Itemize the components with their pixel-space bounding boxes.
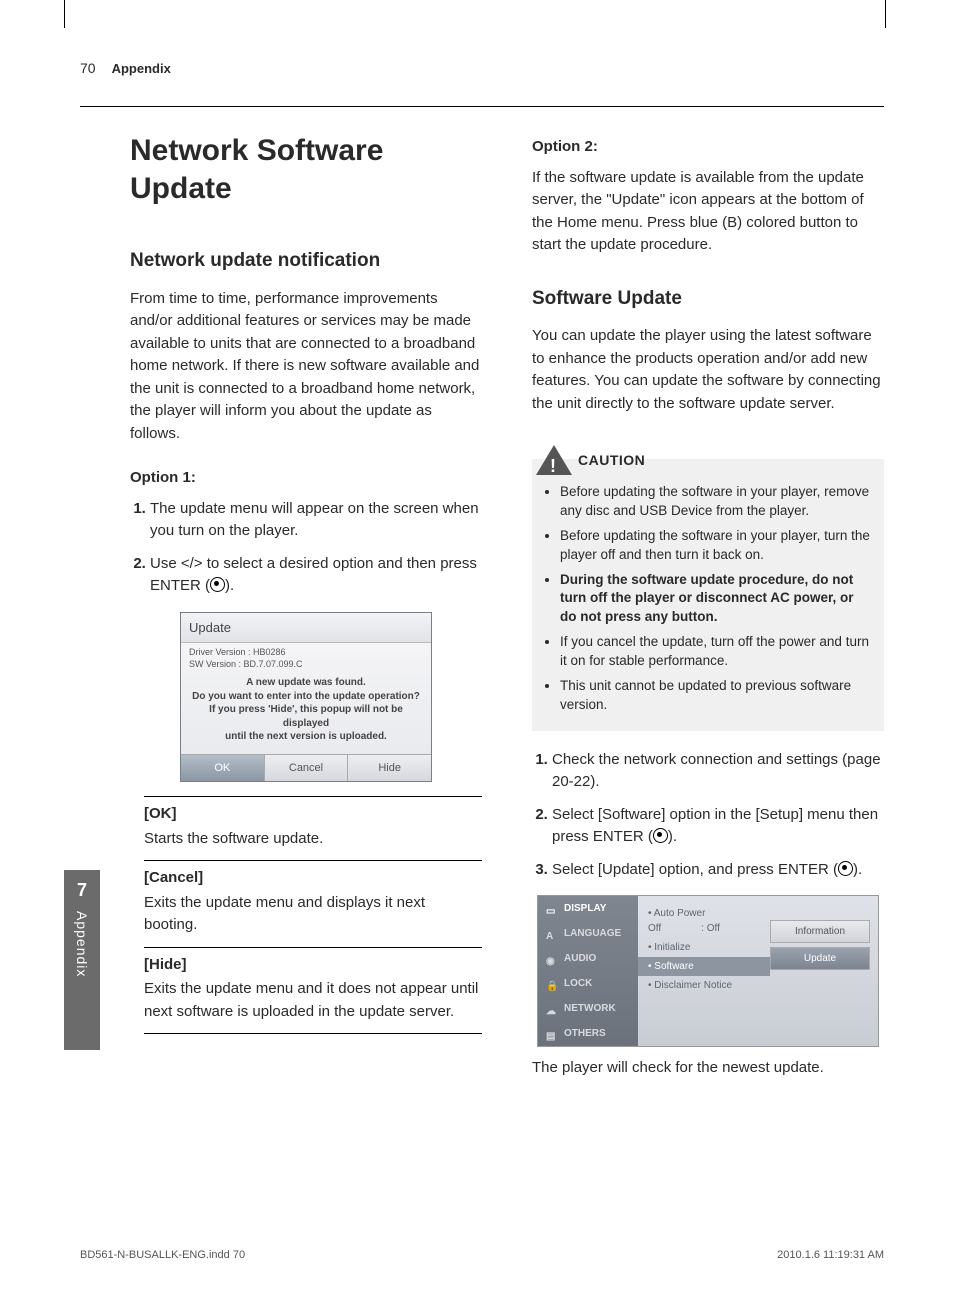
sw-version: SW Version : BD.7.07.099.C [189,659,423,671]
update-dialog: Update Driver Version : HB0286 SW Versio… [180,612,432,783]
side-tab-label: Appendix [74,911,90,977]
su-step-3: Select [Update] option, and press ENTER … [552,859,884,882]
caution-title: CAUTION [578,450,645,471]
side-tab-number: 7 [77,880,87,901]
dialog-title: Update [181,613,431,644]
setup-sidebar-display[interactable]: ▭DISPLAY [538,896,638,921]
su-step-1: Check the network connection and setting… [552,749,884,794]
dialog-hide-button[interactable]: Hide [348,755,431,782]
setup-sidebar-network[interactable]: ☁NETWORK [538,996,638,1021]
setup-right-information[interactable]: Information [770,920,870,943]
caution-item-3: During the software update procedure, do… [560,571,872,628]
dialog-line3: If you press 'Hide', this popup will not… [187,703,425,730]
def-hide-label: [Hide] [144,954,482,977]
dialog-cancel-button[interactable]: Cancel [265,755,349,782]
setup-right-update[interactable]: Update [770,947,870,970]
setup-item-software[interactable]: • Software [638,957,770,976]
setup-sidebar-others[interactable]: ▤OTHERS [538,1021,638,1046]
subhead-software-update: Software Update [532,285,884,314]
caution-item-1: Before updating the software in your pla… [560,483,872,521]
dialog-line4: until the next version is uploaded. [187,730,425,744]
after-ui-text: The player will check for the newest upd… [532,1057,884,1080]
dialog-line2: Do you want to enter into the update ope… [187,690,425,704]
driver-version: Driver Version : HB0286 [189,647,423,659]
setup-item-disclaimer[interactable]: • Disclaimer Notice [648,976,760,995]
def-ok-label: [OK] [144,803,482,826]
caution-item-4: If you cancel the update, turn off the p… [560,633,872,671]
su-step-2: Select [Software] option in the [Setup] … [552,804,884,849]
caution-icon [536,445,572,475]
setup-sidebar-audio[interactable]: ◉AUDIO [538,946,638,971]
setup-sidebar-language[interactable]: ALANGUAGE [538,921,638,946]
software-update-paragraph: You can update the player using the late… [532,325,884,415]
enter-icon [838,861,853,876]
caution-item-2: Before updating the software in your pla… [560,527,872,565]
subhead-notification: Network update notification [130,247,482,276]
caution-box: CAUTION Before updating the software in … [532,459,884,731]
dialog-ok-button[interactable]: OK [181,755,265,782]
setup-item-autopower[interactable]: • Auto Power Off: Off [648,904,760,938]
enter-icon [653,828,668,843]
def-cancel-desc: Exits the update menu and displays it ne… [144,892,482,937]
intro-paragraph: From time to time, performance improveme… [130,288,482,446]
def-cancel-label: [Cancel] [144,867,482,890]
setup-sidebar-lock[interactable]: 🔒LOCK [538,971,638,996]
def-ok-desc: Starts the software update. [144,828,482,851]
page-number-top: 70 [80,60,96,76]
footer-timestamp: 2010.1.6 11:19:31 AM [777,1249,884,1261]
option2-paragraph: If the software update is available from… [532,167,884,257]
page-title: Network Software Update [130,132,482,207]
def-hide-desc: Exits the update menu and it does not ap… [144,978,482,1023]
footer-filename: BD561-N-BUSALLK-ENG.indd 70 [80,1249,245,1261]
option2-heading: Option 2: [532,136,884,159]
caution-item-5: This unit cannot be updated to previous … [560,677,872,715]
option1-heading: Option 1: [130,467,482,490]
setup-item-initialize[interactable]: • Initialize [648,938,760,957]
setup-screenshot: ▭DISPLAY ALANGUAGE ◉AUDIO 🔒LOCK ☁NETWORK… [537,895,879,1047]
option1-step-1: The update menu will appear on the scree… [150,498,482,543]
dialog-line1: A new update was found. [187,676,425,690]
side-tab: 7 Appendix [64,870,100,1050]
option1-step-2: Use </> to select a desired option and t… [150,553,482,598]
section-name-top: Appendix [112,61,171,76]
enter-icon [210,577,225,592]
